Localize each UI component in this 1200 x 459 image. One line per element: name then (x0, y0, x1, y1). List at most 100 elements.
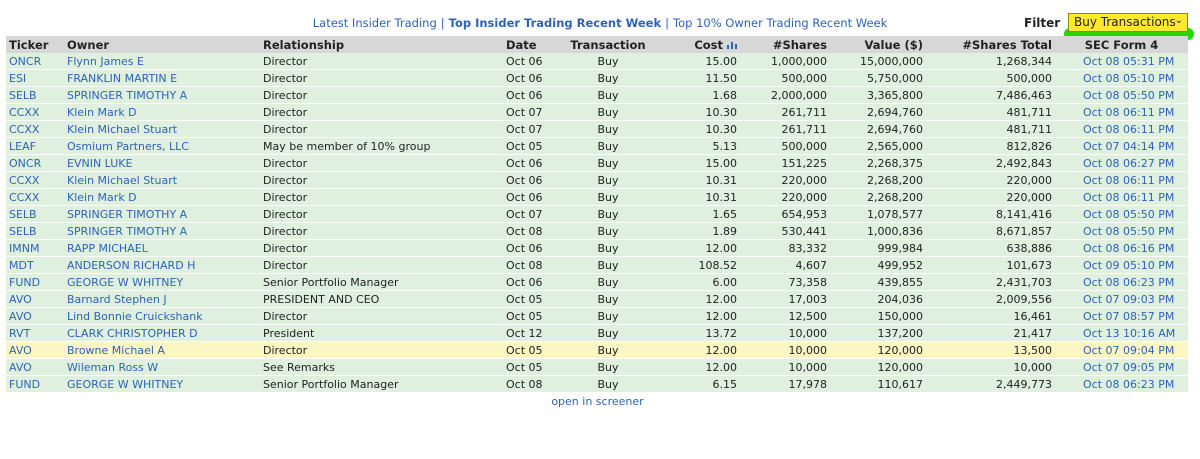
table-row[interactable]: FUND GEORGE W WHITNEY Senior Portfolio Man… (6, 273, 1188, 291)
cell-sec-form[interactable]: Oct 07 09:05 PM (1055, 358, 1188, 376)
col-header-shares[interactable]: #Shares (740, 36, 830, 53)
cell-owner[interactable]: FRANKLIN MARTIN E (64, 69, 260, 87)
cell-sec-form[interactable]: Oct 08 06:23 PM (1055, 375, 1188, 393)
nav-link-top-insider-trading-week[interactable]: Top Insider Trading Recent Week (449, 16, 662, 30)
filter-dropdown[interactable]: Buy Transactions ⌄ (1068, 13, 1188, 32)
cell-owner[interactable]: Wileman Ross W (64, 358, 260, 376)
cell-ticker[interactable]: ONCR (6, 154, 64, 172)
col-header-relationship[interactable]: Relationship (260, 36, 503, 53)
cell-ticker[interactable]: AVO (6, 307, 64, 325)
cell-owner[interactable]: Klein Mark D (64, 103, 260, 121)
cell-ticker[interactable]: SELB (6, 205, 64, 223)
cell-sec-form[interactable]: Oct 09 05:10 PM (1055, 256, 1188, 274)
cell-owner[interactable]: SPRINGER TIMOTHY A (64, 205, 260, 223)
cell-owner[interactable]: SPRINGER TIMOTHY A (64, 222, 260, 240)
cell-owner[interactable]: RAPP MICHAEL (64, 239, 260, 257)
table-row[interactable]: CCXX Klein Michael Stuart Director Oct 07 Bu… (6, 120, 1188, 138)
col-header-cost[interactable]: Cost (653, 36, 740, 53)
cell-owner[interactable]: Flynn James E (64, 53, 260, 70)
cell-owner[interactable]: SPRINGER TIMOTHY A (64, 86, 260, 104)
cell-cost: 10.31 (653, 171, 740, 189)
col-header-ticker[interactable]: Ticker (6, 36, 64, 53)
nav-link-top-10-owner-trading-week[interactable]: Top 10% Owner Trading Recent Week (673, 16, 887, 30)
cell-ticker[interactable]: SELB (6, 222, 64, 240)
cell-ticker[interactable]: LEAF (6, 137, 64, 155)
col-header-transaction[interactable]: Transaction (563, 36, 653, 53)
cell-sec-form[interactable]: Oct 08 05:50 PM (1055, 222, 1188, 240)
cell-relationship: Director (260, 171, 503, 189)
cell-sec-form[interactable]: Oct 08 05:31 PM (1055, 53, 1188, 70)
cell-sec-form[interactable]: Oct 13 10:16 AM (1055, 324, 1188, 342)
cell-sec-form[interactable]: Oct 08 06:27 PM (1055, 154, 1188, 172)
cell-sec-form[interactable]: Oct 07 09:03 PM (1055, 290, 1188, 308)
table-row[interactable]: ONCR EVNIN LUKE Director Oct 06 Buy 15.00 151,… (6, 154, 1188, 172)
table-row[interactable]: ESI FRANKLIN MARTIN E Director Oct 06 Buy 11.… (6, 69, 1188, 87)
cell-owner[interactable]: Lind Bonnie Cruickshank (64, 307, 260, 325)
cell-ticker[interactable]: CCXX (6, 120, 64, 138)
table-row[interactable]: ONCR Flynn James E Director Oct 06 Buy 15.00 1… (6, 53, 1188, 70)
cell-owner[interactable]: CLARK CHRISTOPHER D (64, 324, 260, 342)
cell-ticker[interactable]: IMNM (6, 239, 64, 257)
table-row[interactable]: SELB SPRINGER TIMOTHY A Director Oct 08 Buy 1… (6, 222, 1188, 240)
cell-sec-form[interactable]: Oct 08 06:11 PM (1055, 103, 1188, 121)
table-row[interactable]: CCXX Klein Michael Stuart Director Oct 06 Bu… (6, 171, 1188, 189)
table-row[interactable]: RVT CLARK CHRISTOPHER D President Oct 12 Buy… (6, 324, 1188, 342)
cell-owner[interactable]: ANDERSON RICHARD H (64, 256, 260, 274)
cell-ticker[interactable]: CCXX (6, 103, 64, 121)
cell-ticker[interactable]: FUND (6, 273, 64, 291)
cell-owner[interactable]: EVNIN LUKE (64, 154, 260, 172)
cell-owner[interactable]: Klein Mark D (64, 188, 260, 206)
cell-sec-form[interactable]: Oct 08 06:11 PM (1055, 120, 1188, 138)
cell-sec-form[interactable]: Oct 08 05:10 PM (1055, 69, 1188, 87)
cell-ticker[interactable]: CCXX (6, 188, 64, 206)
cell-sec-form[interactable]: Oct 08 06:11 PM (1055, 188, 1188, 206)
open-in-screener-link[interactable]: open in screener (551, 395, 643, 408)
cell-ticker[interactable]: ESI (6, 69, 64, 87)
table-row[interactable]: CCXX Klein Mark D Director Oct 07 Buy 10.30 26… (6, 103, 1188, 121)
cell-sec-form[interactable]: Oct 07 08:57 PM (1055, 307, 1188, 325)
col-header-date[interactable]: Date (503, 36, 563, 53)
table-row[interactable]: MDT ANDERSON RICHARD H Director Oct 08 Buy 10… (6, 256, 1188, 274)
cell-sec-form[interactable]: Oct 08 05:50 PM (1055, 86, 1188, 104)
cell-ticker[interactable]: RVT (6, 324, 64, 342)
col-header-owner[interactable]: Owner (64, 36, 260, 53)
cell-shares-total: 2,431,703 (926, 273, 1055, 291)
col-header-value[interactable]: Value ($) (830, 36, 926, 53)
cell-ticker[interactable]: AVO (6, 358, 64, 376)
cell-ticker[interactable]: FUND (6, 375, 64, 393)
cell-shares: 10,000 (740, 341, 830, 359)
cell-sec-form[interactable]: Oct 08 05:50 PM (1055, 205, 1188, 223)
cell-ticker[interactable]: MDT (6, 256, 64, 274)
table-row[interactable]: AVO Lind Bonnie Cruickshank Director Oct 05… (6, 307, 1188, 325)
cell-ticker[interactable]: SELB (6, 86, 64, 104)
cell-ticker[interactable]: CCXX (6, 171, 64, 189)
table-row[interactable]: AVO Barnard Stephen J PRESIDENT AND CEO Oct… (6, 290, 1188, 308)
cell-ticker[interactable]: ONCR (6, 53, 64, 70)
cell-sec-form[interactable]: Oct 08 06:16 PM (1055, 239, 1188, 257)
cell-sec-form[interactable]: Oct 07 04:14 PM (1055, 137, 1188, 155)
table-row[interactable]: LEAF Osmium Partners, LLC May be member of… (6, 137, 1188, 155)
table-row[interactable]: FUND GEORGE W WHITNEY Senior Portfolio Man… (6, 375, 1188, 393)
table-row[interactable]: AVO Browne Michael A Director Oct 05 Buy 12.0… (6, 341, 1188, 359)
cell-owner[interactable]: Barnard Stephen J (64, 290, 260, 308)
table-row[interactable]: CCXX Klein Mark D Director Oct 06 Buy 10.31 22… (6, 188, 1188, 206)
col-header-sec-form[interactable]: SEC Form 4 (1055, 36, 1188, 53)
cell-sec-form[interactable]: Oct 08 06:23 PM (1055, 273, 1188, 291)
cell-owner[interactable]: Klein Michael Stuart (64, 120, 260, 138)
cell-owner[interactable]: Osmium Partners, LLC (64, 137, 260, 155)
cell-owner[interactable]: GEORGE W WHITNEY (64, 375, 260, 393)
cell-ticker[interactable]: AVO (6, 341, 64, 359)
table-row[interactable]: IMNM RAPP MICHAEL Director Oct 06 Buy 12.00 83… (6, 239, 1188, 257)
cell-sec-form[interactable]: Oct 07 09:04 PM (1055, 341, 1188, 359)
col-header-shares-total[interactable]: #Shares Total (926, 36, 1055, 53)
cell-shares: 530,441 (740, 222, 830, 240)
cell-owner[interactable]: GEORGE W WHITNEY (64, 273, 260, 291)
cell-owner[interactable]: Klein Michael Stuart (64, 171, 260, 189)
cell-owner[interactable]: Browne Michael A (64, 341, 260, 359)
cell-sec-form[interactable]: Oct 08 06:11 PM (1055, 171, 1188, 189)
table-row[interactable]: SELB SPRINGER TIMOTHY A Director Oct 06 Buy 1… (6, 86, 1188, 104)
table-row[interactable]: SELB SPRINGER TIMOTHY A Director Oct 07 Buy 1… (6, 205, 1188, 223)
cell-ticker[interactable]: AVO (6, 290, 64, 308)
nav-link-latest-insider-trading[interactable]: Latest Insider Trading (313, 16, 437, 30)
table-row[interactable]: AVO Wileman Ross W See Remarks Oct 05 Buy 12.… (6, 358, 1188, 376)
